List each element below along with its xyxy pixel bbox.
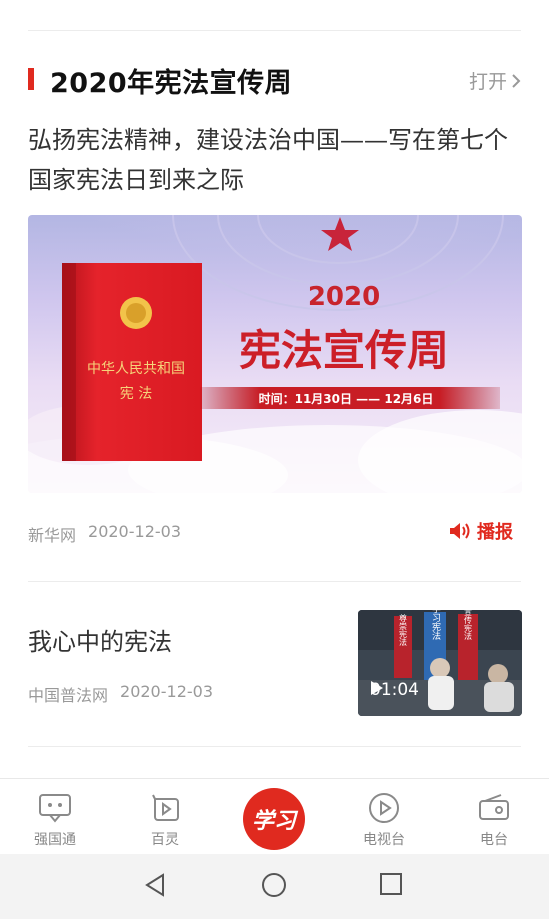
recents-icon[interactable] xyxy=(379,872,403,896)
chat-icon xyxy=(39,794,71,823)
play-icon xyxy=(371,681,383,695)
tab-dianshitai[interactable]: 电视台 xyxy=(344,791,424,849)
tab-diantai[interactable]: 电台 xyxy=(454,791,534,849)
broadcast-button[interactable]: 播报 xyxy=(449,518,513,544)
section-header: 2020年宪法宣传周 打开 xyxy=(28,58,521,99)
xuexi-logo: 学习 xyxy=(251,808,296,834)
tab-qiangguotong[interactable]: 强国通 xyxy=(15,791,95,849)
section-accent-bar xyxy=(28,68,34,90)
article-meta: 新华网 2020-12-03 xyxy=(28,522,181,546)
banner-year: 2020 xyxy=(308,282,380,312)
bottom-tab-bar: 强国通 百灵 学习 电视台 电台 xyxy=(0,778,549,854)
tab-label: 百灵 xyxy=(151,832,179,848)
tab-label: 强国通 xyxy=(34,832,76,848)
thumb-banner-2: 学习宪法 xyxy=(430,610,441,641)
system-nav-bar xyxy=(0,854,549,919)
thumb-banner-3: 宣传宪法 xyxy=(464,610,473,641)
video-article-title[interactable]: 我心中的宪法 xyxy=(28,622,172,657)
banner-date: 时间：11月30日 —— 12月6日 xyxy=(259,391,434,406)
video-article-date: 2020-12-03 xyxy=(120,682,213,701)
broadcast-label: 播报 xyxy=(477,522,513,543)
item-divider xyxy=(28,746,521,747)
article-source: 新华网 xyxy=(28,526,77,545)
video-thumbnail-graphic: 尊崇宪法 学习宪法 宣传宪法 xyxy=(358,610,522,716)
back-icon[interactable] xyxy=(143,872,169,898)
tab-label: 电视台 xyxy=(363,832,405,848)
video-thumbnail[interactable]: 尊崇宪法 学习宪法 宣传宪法 01:04 xyxy=(358,610,522,716)
video-duration: 01:04 xyxy=(370,680,419,700)
radio-icon xyxy=(479,794,509,820)
top-divider xyxy=(28,30,521,31)
article-headline[interactable]: 弘扬宪法精神，建设法治中国——写在第七个国家宪法日到来之际 xyxy=(28,120,525,200)
book-title: 中华人民共和国 xyxy=(87,361,185,377)
speaker-icon xyxy=(450,523,470,539)
item-divider xyxy=(28,581,521,582)
open-link[interactable]: 打开 xyxy=(469,67,521,94)
open-label: 打开 xyxy=(468,71,507,93)
book-subtitle: 宪 法 xyxy=(120,385,152,402)
xuexi-logo-button[interactable]: 学习 xyxy=(243,788,305,850)
tab-label: 电台 xyxy=(480,832,508,848)
play-circle-icon xyxy=(369,793,399,823)
video-play-icon xyxy=(152,794,179,821)
article-date: 2020-12-03 xyxy=(88,522,181,541)
article-banner-image[interactable]: 中华人民共和国 宪 法 2020 宪法宣传周 时间：11月30日 —— 12月6… xyxy=(28,215,522,493)
section-title: 2020年宪法宣传周 xyxy=(50,68,293,99)
banner-title: 宪法宣传周 xyxy=(239,326,449,375)
video-article-source: 中国普法网 xyxy=(28,686,109,705)
home-icon[interactable] xyxy=(261,872,287,898)
video-article-meta: 中国普法网 2020-12-03 xyxy=(28,682,213,706)
tab-bailing[interactable]: 百灵 xyxy=(125,791,205,849)
thumb-banner-1: 尊崇宪法 xyxy=(399,613,408,647)
banner-graphic: 中华人民共和国 宪 法 2020 宪法宣传周 时间：11月30日 —— 12月6… xyxy=(28,215,522,493)
chevron-right-icon xyxy=(512,73,521,88)
